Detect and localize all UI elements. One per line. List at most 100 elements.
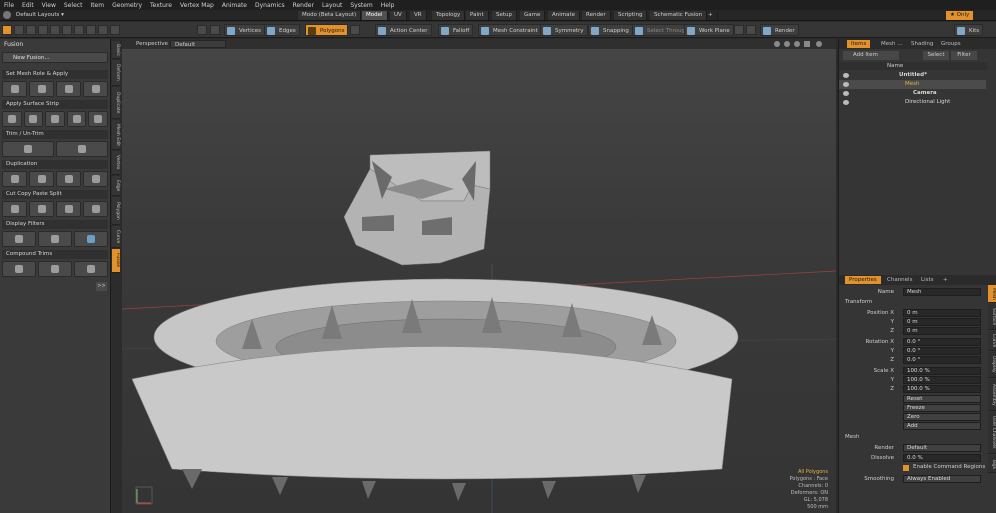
scale-x-field[interactable]: 100.0 % xyxy=(903,367,981,375)
layouts-icon[interactable] xyxy=(3,11,11,19)
tab-add[interactable]: + xyxy=(939,276,952,284)
mesh-constraint-button[interactable]: Mesh Constraint xyxy=(478,24,542,36)
mesh-role-subtract-button[interactable] xyxy=(29,81,54,97)
render-dropdown[interactable]: Default xyxy=(903,444,981,452)
scale-z-field[interactable]: 100.0 % xyxy=(903,385,981,393)
material-mode-icon[interactable] xyxy=(350,25,360,35)
symmetry-button[interactable]: Symmetry xyxy=(540,24,588,36)
menu-dynamics[interactable]: Dynamics xyxy=(251,2,289,9)
tab-modo-beta-layout[interactable]: Modo (Beta Layout) xyxy=(298,11,362,20)
zero-dropdown[interactable]: Zero xyxy=(903,413,981,421)
filter-button[interactable]: Filter xyxy=(951,51,977,60)
tree-row-camera[interactable]: Camera xyxy=(839,89,986,98)
layout-selector[interactable]: Default Layouts ▾ xyxy=(16,11,64,20)
duplicate-2-button[interactable] xyxy=(29,171,54,187)
tab-channels[interactable]: Channels xyxy=(883,276,916,284)
select-button[interactable]: Select xyxy=(923,51,949,60)
section-set-mesh-role[interactable]: Set Mesh Role & Apply xyxy=(2,70,108,79)
transform-header[interactable]: Transform xyxy=(845,299,872,305)
tab-scripting[interactable]: Scripting xyxy=(614,11,648,20)
tab-render[interactable]: Render xyxy=(582,11,611,20)
menu-render[interactable]: Render xyxy=(289,2,318,9)
tab-model[interactable]: Model xyxy=(362,11,388,20)
menu-layout[interactable]: Layout xyxy=(318,2,346,9)
center-icon[interactable] xyxy=(110,25,120,35)
command-regions-checkbox[interactable] xyxy=(903,465,909,471)
menu-select[interactable]: Select xyxy=(60,2,87,9)
section-trim-untrim[interactable]: Trim / Un-Trim xyxy=(2,130,108,139)
element-move-icon[interactable] xyxy=(74,25,84,35)
add-tab-button[interactable]: + xyxy=(704,11,718,20)
strip-grid2-button[interactable] xyxy=(23,111,44,127)
vtab-polygon[interactable]: Polygon xyxy=(112,197,120,225)
menu-edit[interactable]: Edit xyxy=(18,2,38,9)
add-dropdown[interactable]: Add xyxy=(903,422,981,430)
tab-mesh-ops[interactable]: Mesh ... xyxy=(877,40,906,48)
tab-animate[interactable]: Animate xyxy=(548,11,581,20)
3d-viewport[interactable]: Perspective Default All Polygons Polygon… xyxy=(122,39,836,513)
pivot-icon[interactable] xyxy=(98,25,108,35)
filter-3-button[interactable] xyxy=(74,231,108,247)
rotation-z-field[interactable]: 0.0 ° xyxy=(903,356,981,364)
section-compound-trims[interactable]: Compound Trims xyxy=(2,250,108,259)
tree-row-mesh[interactable]: Mesh xyxy=(839,80,986,89)
tab-schematic-fusion[interactable]: Schematic Fusion xyxy=(650,11,708,20)
edges-button[interactable]: Edges xyxy=(264,24,300,36)
split-button[interactable] xyxy=(83,201,108,217)
snapping-button[interactable]: Snapping xyxy=(588,24,633,36)
side-tab-display[interactable]: Display xyxy=(988,352,996,378)
menu-system[interactable]: System xyxy=(346,2,376,9)
render-button[interactable]: Render xyxy=(760,24,799,36)
tab-setup[interactable]: Setup xyxy=(492,11,518,20)
menu-geometry[interactable]: Geometry xyxy=(108,2,146,9)
menu-file[interactable]: File xyxy=(0,2,18,9)
menu-texture[interactable]: Texture xyxy=(146,2,176,9)
kits-button[interactable]: Kits xyxy=(954,24,984,36)
auto-select-icon[interactable] xyxy=(197,25,207,35)
tree-row-scene[interactable]: Untitled* xyxy=(839,71,986,80)
paste-button[interactable] xyxy=(56,201,81,217)
compound-3-button[interactable] xyxy=(74,261,108,277)
duplicate-4-button[interactable] xyxy=(83,171,108,187)
side-tab-mesh[interactable]: Mesh xyxy=(988,285,996,303)
transform-all-icon[interactable] xyxy=(62,25,72,35)
view-move-icon[interactable] xyxy=(774,41,780,47)
view-rotate-icon[interactable] xyxy=(784,41,790,47)
trim-button[interactable] xyxy=(2,141,54,157)
cut-button[interactable] xyxy=(2,201,27,217)
position-x-field[interactable]: 0 m xyxy=(903,309,981,317)
tab-groups[interactable]: Groups xyxy=(937,40,965,48)
viewport-shading-dropdown[interactable]: Default xyxy=(170,40,226,48)
eye-icon[interactable] xyxy=(843,82,849,87)
falloff-button[interactable]: Falloff xyxy=(438,24,474,36)
reset-dropdown[interactable]: Reset xyxy=(903,395,981,403)
vtab-deform[interactable]: Deform xyxy=(112,60,120,86)
menu-vertex-map[interactable]: Vertex Map xyxy=(176,2,218,9)
new-fusion-button[interactable]: New Fusion... xyxy=(2,52,108,63)
tab-lists[interactable]: Lists xyxy=(917,276,937,284)
section-duplication[interactable]: Duplication xyxy=(2,160,108,169)
vtab-mesh-edit[interactable]: Mesh Edit xyxy=(112,120,120,150)
vtab-duplicate[interactable]: Duplicate xyxy=(112,87,120,119)
vtab-curve[interactable]: Curve xyxy=(112,226,120,248)
menu-item[interactable]: Item xyxy=(86,2,108,9)
scale-icon[interactable] xyxy=(50,25,60,35)
tab-game[interactable]: Game xyxy=(520,11,546,20)
tab-paint[interactable]: Paint xyxy=(466,11,489,20)
strip-grid4-button[interactable] xyxy=(66,111,87,127)
rotation-y-field[interactable]: 0.0 ° xyxy=(903,347,981,355)
mesh-role-intersect-button[interactable] xyxy=(56,81,81,97)
tab-properties[interactable]: Properties xyxy=(845,276,881,284)
render-region-icon[interactable] xyxy=(746,25,756,35)
tab-uv[interactable]: UV xyxy=(390,11,407,20)
tree-row-light[interactable]: Directional Light xyxy=(839,98,986,107)
rotate-icon[interactable] xyxy=(38,25,48,35)
vertices-button[interactable]: Vertices xyxy=(224,24,265,36)
side-tab-surface[interactable]: Surface xyxy=(988,304,996,330)
tab-vr[interactable]: VR xyxy=(410,11,427,20)
tab-items[interactable]: Items xyxy=(847,40,871,48)
vtab-fusion[interactable]: Fusion xyxy=(112,249,120,273)
view-maximize-icon[interactable] xyxy=(804,41,810,47)
items-mode-icon[interactable] xyxy=(210,25,220,35)
work-plane-button[interactable]: Work Plane xyxy=(684,24,734,36)
